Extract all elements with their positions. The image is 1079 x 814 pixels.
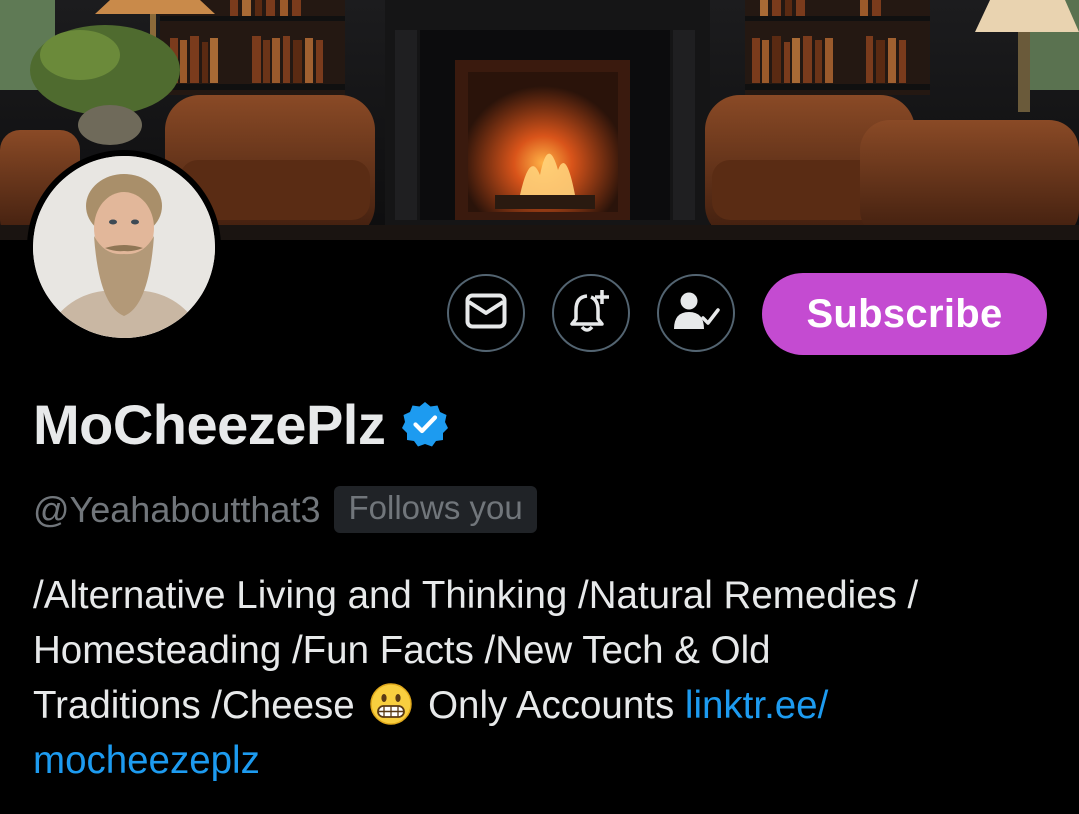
- message-button[interactable]: [447, 274, 525, 352]
- bio-link-part-1[interactable]: linktr.ee/: [685, 684, 828, 727]
- bio: /Alternative Living and Thinking /Natura…: [33, 568, 1053, 788]
- handle-row: @Yeahaboutthat3 Follows you: [33, 486, 537, 533]
- bio-line-1: /Alternative Living and Thinking /Natura…: [33, 574, 919, 617]
- person-check-icon: [672, 291, 720, 336]
- subscribe-button[interactable]: Subscribe: [762, 273, 1047, 355]
- handle: @Yeahaboutthat3: [33, 488, 321, 530]
- bio-line-2: Homesteading /Fun Facts /New Tech & Old: [33, 629, 771, 672]
- avatar[interactable]: [27, 150, 221, 344]
- bio-line-3-text: Traditions /Cheese: [33, 684, 366, 727]
- follows-you-badge: Follows you: [334, 486, 537, 533]
- grimacing-face-icon: [369, 682, 413, 726]
- avatar-image: [33, 156, 215, 338]
- envelope-icon: [465, 293, 507, 334]
- bio-link-part-2[interactable]: mocheezeplz: [33, 733, 1053, 788]
- bio-line-3-after: Only Accounts: [417, 684, 685, 727]
- bio-line-3: Traditions /Cheese Only Accounts linktr.…: [33, 678, 1053, 733]
- following-button[interactable]: [657, 274, 735, 352]
- display-name: MoCheezePlz: [33, 393, 386, 456]
- notifications-button[interactable]: [552, 274, 630, 352]
- verified-badge-icon[interactable]: [401, 400, 449, 453]
- bell-plus-icon: [568, 288, 614, 339]
- display-name-row: MoCheezePlz: [33, 392, 449, 457]
